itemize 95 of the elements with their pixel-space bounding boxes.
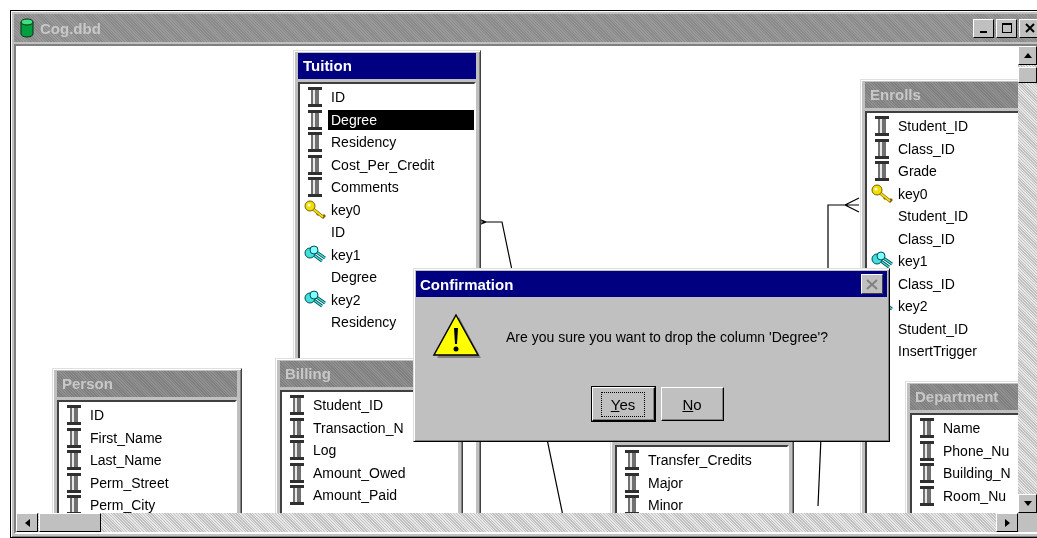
minimize-icon	[980, 30, 987, 33]
table-field[interactable]: Degree	[328, 267, 380, 288]
dialog-button[interactable]: Yes	[591, 387, 655, 421]
table-field[interactable]: Phone_Nu	[940, 440, 1013, 461]
table-field[interactable]: ID	[328, 87, 348, 108]
column-icon	[919, 462, 935, 485]
column-icon	[874, 160, 890, 183]
column-icon	[289, 394, 305, 417]
table-field[interactable]: Major	[645, 472, 686, 493]
horizontal-scrollbar[interactable]	[16, 513, 1018, 532]
table-field[interactable]: key2	[328, 289, 364, 310]
minimize-button[interactable]	[973, 18, 994, 38]
close-button[interactable]	[1019, 18, 1037, 38]
maximize-icon	[1001, 23, 1012, 33]
table-field[interactable]: Residency	[328, 312, 400, 333]
table-field[interactable]: Amount_Paid	[310, 485, 401, 506]
table-field[interactable]: ID	[328, 222, 348, 243]
scroll-right-button[interactable]	[996, 513, 1018, 532]
column-icon	[624, 471, 640, 494]
table-field[interactable]: Student_ID	[895, 206, 972, 227]
column-icon	[66, 449, 82, 472]
column-icon	[874, 115, 890, 138]
table-field[interactable]: Transaction_N	[310, 417, 407, 438]
column-icon	[307, 108, 323, 131]
column-icon	[624, 449, 640, 472]
table-field[interactable]: key0	[895, 183, 931, 204]
window-title: Cog.dbd	[40, 19, 101, 37]
table-field[interactable]: key1	[328, 244, 364, 265]
column-icon	[66, 471, 82, 494]
table-field[interactable]: Transfer_Credits	[645, 450, 755, 471]
column-icon	[307, 86, 323, 109]
table-field[interactable]: ID	[87, 405, 107, 426]
scroll-thumb[interactable]	[39, 513, 101, 532]
database-icon	[20, 18, 34, 38]
close-icon	[1024, 23, 1035, 33]
column-icon	[289, 461, 305, 484]
table-title[interactable]: Tuition	[298, 53, 476, 79]
column-icon	[289, 439, 305, 462]
table-field[interactable]: Name	[940, 418, 984, 439]
table-field[interactable]: key2	[895, 296, 931, 317]
table-field[interactable]: Residency	[328, 132, 400, 153]
table-field[interactable]: key1	[895, 251, 931, 272]
column-icon	[66, 404, 82, 427]
scroll-down-button[interactable]	[1018, 494, 1037, 513]
column-icon	[874, 137, 890, 160]
table-field[interactable]: key0	[328, 199, 364, 220]
table-field[interactable]: Minor	[645, 495, 686, 513]
keys-icon	[304, 289, 326, 310]
column-icon	[307, 176, 323, 199]
column-icon	[289, 484, 305, 507]
scroll-left-button[interactable]	[16, 513, 38, 532]
column-icon	[919, 439, 935, 462]
table-field[interactable]: Room_Nu	[940, 485, 1010, 506]
table-field[interactable]: Cost_Per_Credit	[328, 154, 438, 175]
table-field[interactable]: Grade	[895, 161, 940, 182]
scroll-up-button[interactable]	[1018, 46, 1037, 65]
left-arrow-icon	[24, 518, 30, 527]
table-card[interactable]: Person ID First_Name Last_Name Perm_Street Perm_City	[52, 368, 242, 513]
column-icon	[307, 131, 323, 154]
warning-icon	[432, 313, 484, 361]
close-icon	[866, 278, 878, 290]
table-field[interactable]: Class_ID	[895, 273, 958, 294]
table-field[interactable]: First_Name	[87, 427, 166, 448]
key-icon	[871, 183, 893, 204]
table-field[interactable]: Perm_Street	[87, 472, 172, 493]
table-field[interactable]: Amount_Owed	[310, 462, 409, 483]
scroll-thumb[interactable]	[1018, 67, 1037, 83]
table-field[interactable]: Class_ID	[895, 228, 958, 249]
table-field[interactable]: Class_ID	[895, 138, 958, 159]
table-field[interactable]: Student_ID	[310, 395, 387, 416]
table-field[interactable]: Student_ID	[895, 116, 972, 137]
table-field[interactable]: Last_Name	[87, 450, 165, 471]
column-icon	[307, 153, 323, 176]
key-icon	[304, 199, 326, 220]
column-icon	[919, 417, 935, 440]
table-field[interactable]: Comments	[328, 177, 402, 198]
table-field[interactable]: Building_N	[940, 463, 1014, 484]
table-field[interactable]: Degree	[328, 109, 474, 130]
right-arrow-icon	[1004, 518, 1010, 527]
dialog-button[interactable]: No	[660, 387, 724, 421]
column-icon	[66, 426, 82, 449]
table-card[interactable]: Department Name Phone_Nu Building_N Room_Nu	[905, 381, 1018, 513]
dialog-message: Are you sure you want to drop the column 'Degree'?	[506, 329, 829, 345]
table-field[interactable]: Log	[310, 440, 340, 461]
table-field[interactable]: InsertTrigger	[895, 341, 980, 362]
table-field[interactable]: Perm_City	[87, 495, 159, 513]
up-arrow-icon	[1023, 53, 1032, 58]
column-icon	[289, 416, 305, 439]
maximize-button[interactable]	[996, 18, 1017, 38]
down-arrow-icon	[1023, 501, 1032, 506]
table-field[interactable]: Student_ID	[895, 318, 972, 339]
close-button[interactable]	[861, 274, 883, 294]
vertical-scrollbar[interactable]	[1018, 46, 1037, 513]
column-icon	[919, 484, 935, 507]
keys-icon	[304, 244, 326, 265]
